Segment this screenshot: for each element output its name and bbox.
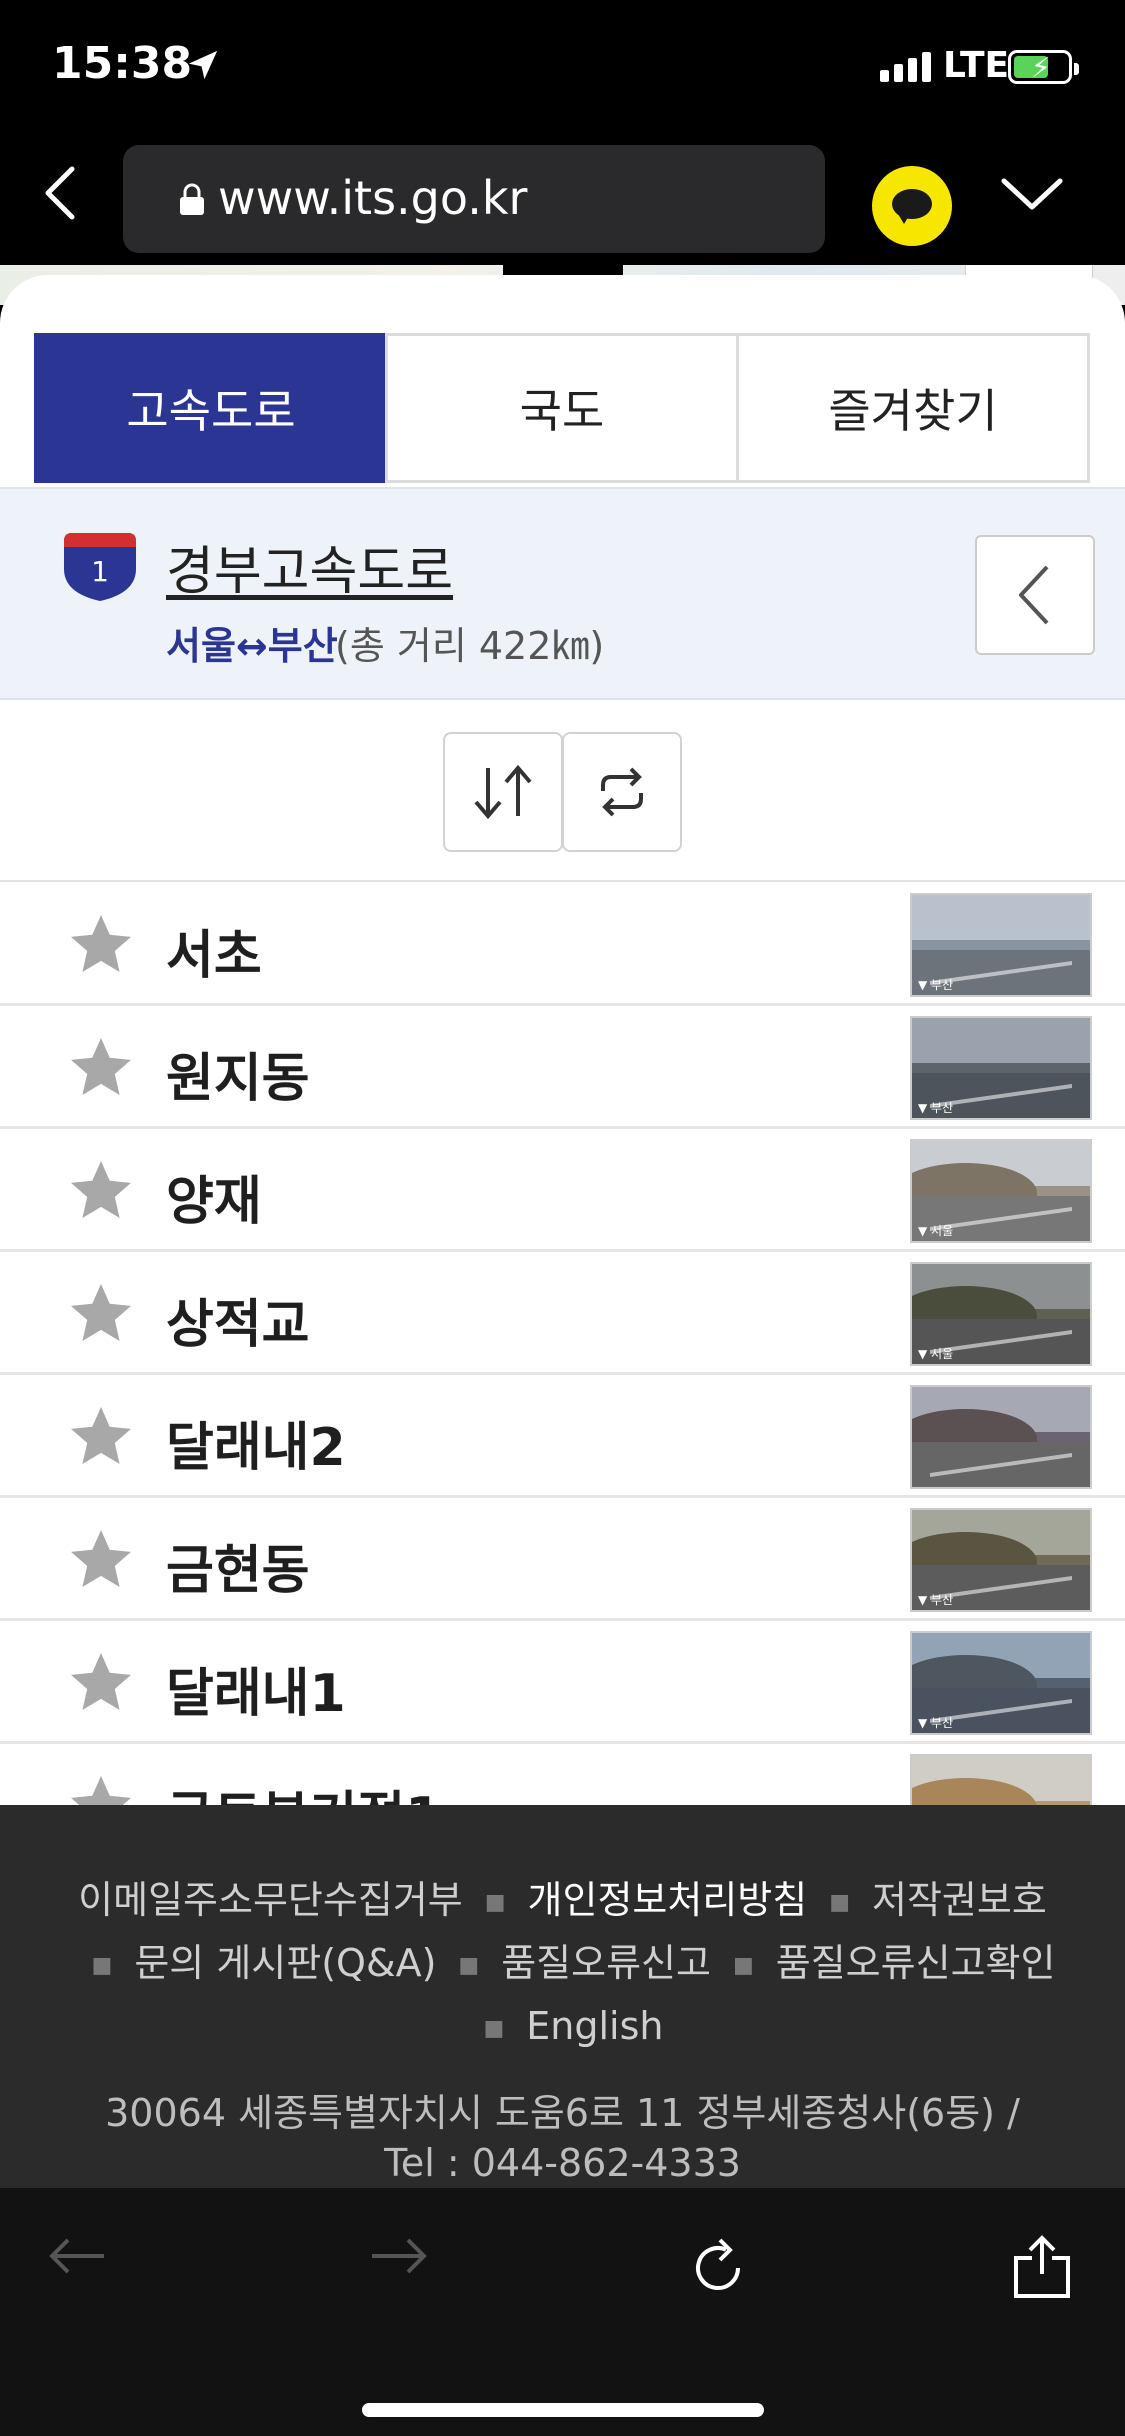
list-item[interactable]: 금현동 ▼ 부산 [0, 1498, 1125, 1621]
star-icon[interactable] [65, 1401, 137, 1477]
tab-national-road[interactable]: 국도 [385, 333, 739, 483]
repeat-icon [601, 767, 643, 817]
road-type-tabs: 고속도로 국도 즐겨찾기 [34, 333, 1090, 483]
star-icon[interactable] [65, 1524, 137, 1600]
list-controls [0, 702, 1125, 882]
tab-favorites[interactable]: 즐겨찾기 [736, 333, 1090, 483]
status-bar: 15:38 LTE ⚡ [0, 0, 1125, 135]
footer-link-check-report[interactable]: 품질오류신고확인 [776, 1941, 1056, 1985]
footer-links: 이메일주소무단수집거부 ■ 개인정보처리방침 ■ 저작권보호 ■ 문의 게시판(Q&A) ■… [78, 1878, 1056, 2048]
highway-shield-icon: 1 [60, 529, 140, 607]
cctv-panel: 고속도로 국도 즐겨찾기 1 경부고속도로 서울↔부산 (총 거리 422㎞) [0, 275, 1125, 1805]
star-icon[interactable] [65, 1032, 137, 1108]
cctv-thumbnail[interactable]: ▼ 부산 [910, 893, 1092, 997]
road-header: 1 경부고속도로 서울↔부산 (총 거리 422㎞) [0, 487, 1125, 700]
star-icon[interactable] [65, 1770, 137, 1805]
cctv-thumbnail[interactable]: ▼ 부산 [910, 1631, 1092, 1735]
footer-link-email-policy[interactable]: 이메일주소무단수집거부 [78, 1878, 463, 1922]
tab-expressway[interactable]: 고속도로 [34, 333, 388, 483]
footer-link-english[interactable]: English [526, 2004, 663, 2048]
road-distance: (총 거리 422㎞) [335, 624, 605, 668]
network-type: LTE [943, 45, 1010, 86]
cctv-thumbnail[interactable]: ▼ 서울 [910, 1139, 1092, 1243]
sort-direction-button[interactable] [443, 732, 563, 852]
lock-icon [178, 183, 206, 221]
forward-arrow-icon[interactable] [368, 2236, 428, 2280]
address-text: 30064 세종특별자치시 도움6로 11 정부세종청사(6동) / [105, 2091, 1020, 2135]
star-icon[interactable] [65, 1647, 137, 1723]
list-item[interactable]: 상적교 ▼ 서울 [0, 1252, 1125, 1375]
tel-text: Tel : 044-862-4333 [384, 2141, 741, 2185]
browser-back-chevron-icon[interactable] [40, 163, 100, 233]
cctv-name: 서초 [166, 926, 262, 986]
cctv-thumbnail[interactable]: ▼ 서울 [910, 1262, 1092, 1366]
list-item[interactable]: 달래내2 [0, 1375, 1125, 1498]
chevron-left-icon [1019, 565, 1049, 625]
footer-link-copyright[interactable]: 저작권보호 [872, 1878, 1047, 1922]
battery-icon: ⚡ [1008, 50, 1079, 84]
cctv-name: 금토분기점1 [166, 1774, 441, 1805]
cctv-name: 원지동 [166, 1049, 310, 1109]
sort-arrows-icon [474, 764, 532, 820]
star-icon[interactable] [65, 1278, 137, 1354]
cctv-name: 양재 [166, 1172, 262, 1232]
chevron-down-icon[interactable] [1000, 175, 1064, 219]
reverse-direction-button[interactable] [562, 732, 682, 852]
footer-link-privacy[interactable]: 개인정보처리방침 [528, 1878, 808, 1922]
footer-link-qna[interactable]: 문의 게시판(Q&A) [134, 1941, 436, 1985]
share-icon[interactable] [1010, 2228, 1074, 2304]
cctv-name: 달래내2 [166, 1418, 346, 1478]
shield-number: 1 [91, 555, 109, 588]
cctv-thumbnail[interactable]: ▼ 부산 [910, 1016, 1092, 1120]
list-item[interactable]: 양재 ▼ 서울 [0, 1129, 1125, 1252]
cctv-name: 상적교 [166, 1295, 310, 1355]
star-icon[interactable] [65, 909, 137, 985]
browser-address-row: www.its.go.kr [0, 135, 1125, 265]
status-time: 15:38 [52, 38, 193, 89]
cellular-signal-icon [880, 52, 931, 82]
road-route: 서울↔부산 [166, 624, 338, 668]
site-footer: 이메일주소무단수집거부 ■ 개인정보처리방침 ■ 저작권보호 ■ 문의 게시판(Q&A) ■… [0, 1805, 1125, 2187]
home-indicator [362, 2403, 764, 2417]
list-item[interactable]: 원지동 ▼ 부산 [0, 1006, 1125, 1129]
cctv-thumbnail[interactable] [910, 1385, 1092, 1489]
location-arrow-icon [186, 48, 220, 86]
footer-link-report-error[interactable]: 품질오류신고 [501, 1941, 711, 1985]
kakao-talk-button[interactable] [872, 166, 952, 246]
collapse-panel-button[interactable] [975, 535, 1095, 655]
reload-icon[interactable] [686, 2236, 750, 2304]
cctv-name: 금현동 [166, 1541, 310, 1601]
list-item[interactable]: 서초 ▼ 부산 [0, 883, 1125, 1006]
cctv-thumbnail[interactable] [910, 1754, 1092, 1805]
list-item[interactable]: 금토분기점1 [0, 1744, 1125, 1805]
browser-toolbar [0, 2187, 1125, 2436]
cctv-name: 달래내1 [166, 1664, 346, 1724]
back-arrow-icon[interactable] [48, 2236, 108, 2280]
cctv-thumbnail[interactable]: ▼ 부산 [910, 1508, 1092, 1612]
list-item[interactable]: 달래내1 ▼ 부산 [0, 1621, 1125, 1744]
road-name-link[interactable]: 경부고속도로 [166, 529, 453, 604]
footer-address: 30064 세종특별자치시 도움6로 11 정부세종청사(6동) / Tel :… [0, 2088, 1125, 2188]
star-icon[interactable] [65, 1155, 137, 1231]
cctv-list: 서초 ▼ 부산 원지동 ▼ 부산 양재 ▼ 서울 상적교 ▼ 서울 달래내2 금… [0, 883, 1125, 1805]
address-bar[interactable]: www.its.go.kr [123, 145, 825, 253]
url-text: www.its.go.kr [218, 171, 528, 225]
